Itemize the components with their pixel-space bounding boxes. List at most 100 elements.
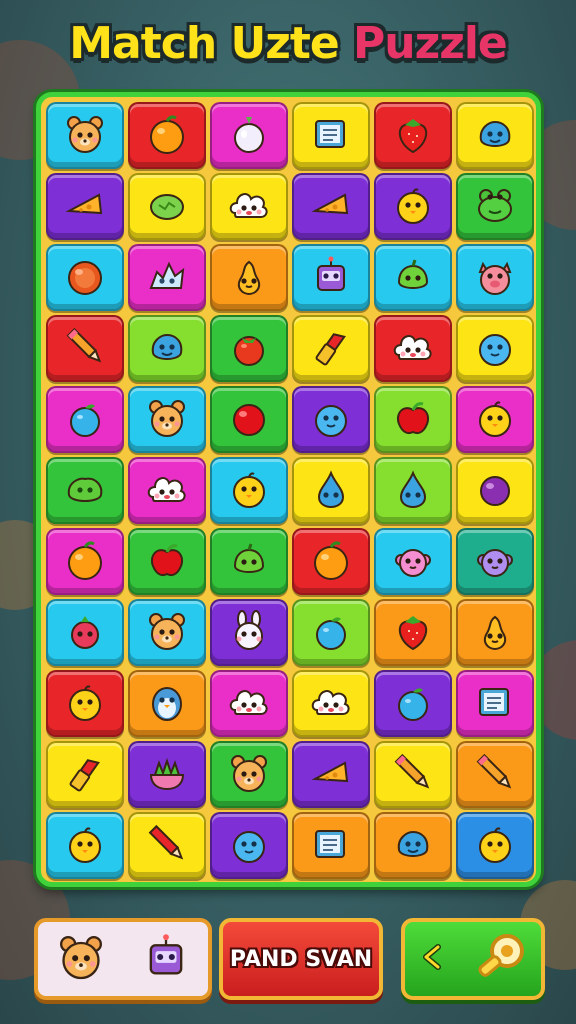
game-tile[interactable] — [128, 741, 206, 808]
game-tile[interactable] — [292, 599, 370, 666]
play-button[interactable]: PAND SVAN — [219, 918, 383, 1000]
game-tile[interactable] — [210, 528, 288, 595]
game-tile[interactable] — [374, 173, 452, 240]
game-tile[interactable] — [292, 741, 370, 808]
game-tile[interactable] — [210, 812, 288, 879]
game-tile[interactable] — [292, 812, 370, 879]
game-tile[interactable] — [46, 528, 124, 595]
game-tile[interactable] — [374, 386, 452, 453]
blue-apple-icon — [389, 678, 437, 730]
game-tile[interactable] — [292, 457, 370, 524]
game-tile[interactable] — [456, 741, 534, 808]
game-tile[interactable] — [46, 244, 124, 311]
game-tile[interactable] — [456, 173, 534, 240]
hint-button[interactable] — [401, 918, 545, 1000]
game-tile[interactable] — [210, 599, 288, 666]
game-tile[interactable] — [128, 173, 206, 240]
game-tile[interactable] — [292, 670, 370, 737]
game-tile[interactable] — [374, 457, 452, 524]
game-tile[interactable] — [292, 315, 370, 382]
red-pencil-icon — [143, 820, 191, 872]
chick-icon — [61, 678, 109, 730]
game-tile[interactable] — [128, 599, 206, 666]
bear-icon — [61, 110, 109, 162]
green-blob-icon — [61, 465, 109, 517]
game-tile[interactable] — [374, 599, 452, 666]
game-tile[interactable] — [374, 670, 452, 737]
game-tile[interactable] — [128, 528, 206, 595]
game-tile[interactable] — [210, 244, 288, 311]
game-tile[interactable] — [210, 315, 288, 382]
game-tile[interactable] — [210, 102, 288, 169]
game-tile[interactable] — [210, 386, 288, 453]
game-tile[interactable] — [128, 315, 206, 382]
ice-icon — [143, 252, 191, 304]
game-tile[interactable] — [292, 244, 370, 311]
cloud-icon — [389, 323, 437, 375]
apple-icon — [143, 536, 191, 588]
game-tile[interactable] — [128, 244, 206, 311]
blue-apple-icon — [307, 607, 355, 659]
game-tile[interactable] — [46, 386, 124, 453]
blue-creature-icon — [471, 323, 519, 375]
game-tile[interactable] — [456, 386, 534, 453]
game-tile[interactable] — [456, 102, 534, 169]
lime-icon — [225, 536, 273, 588]
strawberry-icon — [389, 607, 437, 659]
bunny-icon — [225, 607, 273, 659]
blue-blob-icon — [143, 323, 191, 375]
game-tile[interactable] — [46, 315, 124, 382]
game-tile[interactable] — [210, 173, 288, 240]
game-tile[interactable] — [456, 528, 534, 595]
title-part-1: Match Uzte — [69, 18, 339, 69]
game-tile[interactable] — [374, 741, 452, 808]
game-tile[interactable] — [46, 102, 124, 169]
blue-apple-icon — [61, 394, 109, 446]
game-tile[interactable] — [374, 315, 452, 382]
game-tile[interactable] — [210, 670, 288, 737]
game-tile[interactable] — [128, 102, 206, 169]
blue-creature-icon — [307, 394, 355, 446]
game-tile[interactable] — [292, 102, 370, 169]
game-tile[interactable] — [456, 599, 534, 666]
title-part-2: Puzzle — [353, 18, 508, 69]
game-tile[interactable] — [128, 670, 206, 737]
game-tile[interactable] — [128, 386, 206, 453]
game-tile[interactable] — [292, 386, 370, 453]
blue-blob-icon — [471, 110, 519, 162]
game-tile[interactable] — [46, 457, 124, 524]
game-tile[interactable] — [374, 812, 452, 879]
game-tile[interactable] — [456, 812, 534, 879]
game-tile[interactable] — [292, 173, 370, 240]
apple-icon — [389, 394, 437, 446]
game-tile[interactable] — [456, 244, 534, 311]
game-tile[interactable] — [46, 670, 124, 737]
game-tile[interactable] — [46, 599, 124, 666]
game-tile[interactable] — [210, 457, 288, 524]
game-board — [36, 92, 541, 887]
cheese-icon — [307, 181, 355, 233]
grape-icon — [471, 465, 519, 517]
game-tile[interactable] — [374, 528, 452, 595]
game-tile[interactable] — [374, 244, 452, 311]
game-tile[interactable] — [46, 173, 124, 240]
game-tile[interactable] — [456, 457, 534, 524]
orange-icon — [61, 536, 109, 588]
game-tile[interactable] — [128, 457, 206, 524]
tile-grid — [46, 102, 534, 879]
game-tile[interactable] — [210, 741, 288, 808]
red-ball-icon — [225, 394, 273, 446]
cheese-icon — [61, 181, 109, 233]
game-tile[interactable] — [374, 102, 452, 169]
collection-panel — [34, 918, 212, 1000]
game-title: Match Uzte Puzzle — [0, 18, 576, 69]
game-tile[interactable] — [456, 315, 534, 382]
game-tile[interactable] — [456, 670, 534, 737]
game-tile[interactable] — [292, 528, 370, 595]
game-tile[interactable] — [46, 812, 124, 879]
game-tile[interactable] — [128, 812, 206, 879]
blue-blob-icon — [389, 820, 437, 872]
book-icon — [307, 820, 355, 872]
game-tile[interactable] — [46, 741, 124, 808]
blue-creature-icon — [225, 820, 273, 872]
